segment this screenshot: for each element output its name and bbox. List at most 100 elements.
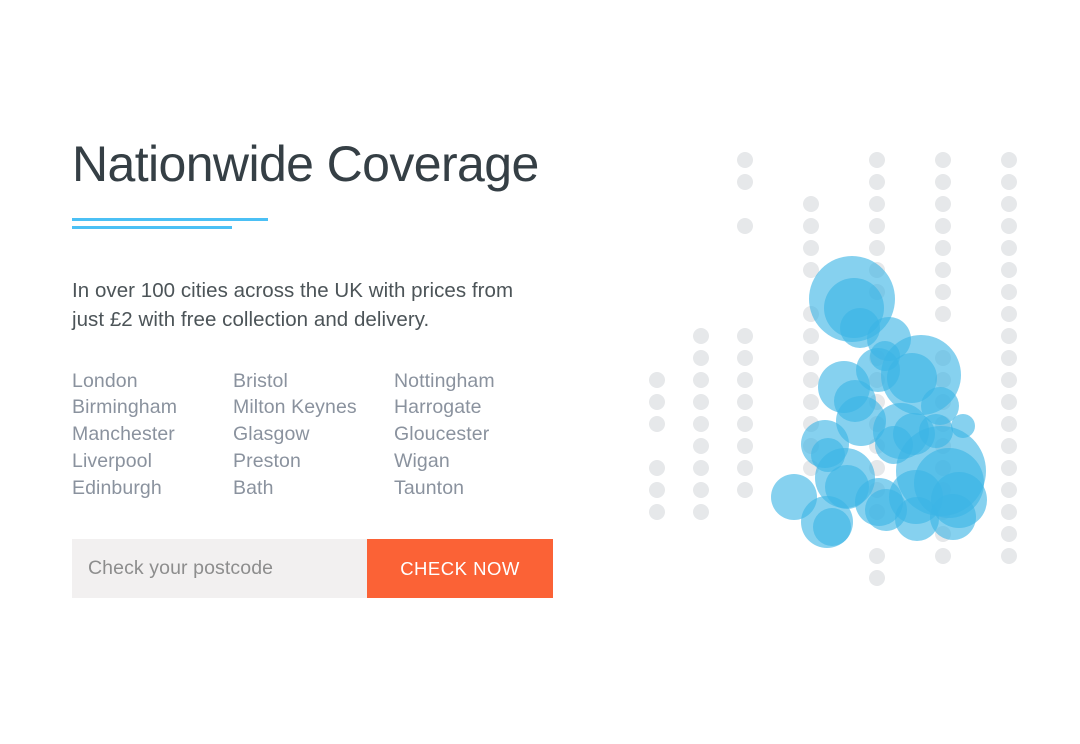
map-dot [869, 174, 885, 190]
map-dot [1001, 218, 1017, 234]
postcode-check-form: CHECK NOW [72, 539, 553, 599]
city-item: Gloucester [394, 423, 490, 446]
map-dot [803, 372, 819, 388]
map-dot [935, 218, 951, 234]
city-column-3: Nottingham Harrogate Gloucester Wigan Ta… [394, 368, 564, 502]
map-dot [1001, 196, 1017, 212]
map-dot [693, 416, 709, 432]
map-dot [693, 394, 709, 410]
city-item: Birmingham [72, 396, 178, 419]
map-dot [869, 240, 885, 256]
city-item: Bath [233, 476, 274, 499]
map-dot [1001, 482, 1017, 498]
map-dot [649, 504, 665, 520]
city-item: London [72, 369, 138, 392]
map-coverage-bubble [930, 494, 976, 540]
map-dot [1001, 350, 1017, 366]
map-dot [935, 284, 951, 300]
check-now-button[interactable]: CHECK NOW [367, 539, 553, 599]
hero-content: Nationwide Coverage In over 100 cities a… [72, 136, 612, 599]
title-divider [72, 217, 272, 229]
map-dot [935, 152, 951, 168]
city-column-2: Bristol Milton Keynes Glasgow Preston Ba… [233, 368, 394, 502]
map-dot [737, 152, 753, 168]
map-dot [1001, 394, 1017, 410]
map-dot [1001, 548, 1017, 564]
city-item: Milton Keynes [233, 396, 357, 419]
map-dot [737, 438, 753, 454]
map-dot [935, 306, 951, 322]
map-dot [803, 394, 819, 410]
map-dot [1001, 372, 1017, 388]
map-dot [693, 350, 709, 366]
map-dot [869, 570, 885, 586]
map-dot [649, 394, 665, 410]
divider-line-top [72, 217, 268, 221]
map-dot [935, 174, 951, 190]
map-dot [1001, 306, 1017, 322]
map-dot [1001, 284, 1017, 300]
map-dot [1001, 438, 1017, 454]
map-dot [1001, 416, 1017, 432]
map-dot [693, 372, 709, 388]
map-coverage-bubble [813, 508, 851, 546]
map-dot [1001, 174, 1017, 190]
map-dot [649, 416, 665, 432]
map-dot [1001, 526, 1017, 542]
divider-line-bottom [72, 225, 232, 229]
map-dot [1001, 328, 1017, 344]
map-dot [803, 350, 819, 366]
map-dot [649, 372, 665, 388]
map-dot [1001, 152, 1017, 168]
city-column-1: London Birmingham Manchester Liverpool E… [72, 368, 233, 502]
map-dot [737, 394, 753, 410]
map-dot [693, 438, 709, 454]
city-item: Glasgow [233, 423, 310, 446]
map-dot [935, 240, 951, 256]
city-item: Harrogate [394, 396, 482, 419]
coverage-hero-page: Nationwide Coverage In over 100 cities a… [0, 0, 1080, 744]
map-dot [803, 240, 819, 256]
map-dot [693, 482, 709, 498]
city-item: Preston [233, 449, 301, 472]
map-dot [869, 218, 885, 234]
map-dot [803, 218, 819, 234]
map-dot [737, 416, 753, 432]
uk-coverage-map [648, 142, 1048, 602]
map-dot [935, 548, 951, 564]
city-item: Liverpool [72, 449, 153, 472]
map-dot [1001, 460, 1017, 476]
map-dot [869, 548, 885, 564]
map-dot [737, 328, 753, 344]
map-dot [1001, 504, 1017, 520]
postcode-input[interactable] [72, 539, 367, 599]
map-dot [693, 504, 709, 520]
map-dot [935, 196, 951, 212]
map-dot [737, 174, 753, 190]
map-dot [935, 262, 951, 278]
city-list: London Birmingham Manchester Liverpool E… [72, 368, 612, 502]
map-dot [1001, 262, 1017, 278]
map-dot [737, 460, 753, 476]
city-item: Taunton [394, 476, 465, 499]
map-dot [737, 372, 753, 388]
hero-description: In over 100 cities across the UK with pr… [72, 278, 514, 331]
map-dot [649, 482, 665, 498]
map-dot [649, 460, 665, 476]
page-title: Nationwide Coverage [72, 136, 539, 192]
map-dot [737, 350, 753, 366]
city-item: Bristol [233, 369, 288, 392]
map-dot [803, 196, 819, 212]
city-item: Nottingham [394, 369, 495, 392]
map-dot [693, 328, 709, 344]
map-dot [803, 328, 819, 344]
map-dot [737, 482, 753, 498]
city-item: Wigan [394, 449, 450, 472]
map-dot [737, 218, 753, 234]
map-dot [869, 196, 885, 212]
uk-dot-map-svg [649, 152, 1017, 586]
map-dot [1001, 240, 1017, 256]
map-dot [869, 152, 885, 168]
city-item: Manchester [72, 423, 175, 446]
map-dot [693, 460, 709, 476]
